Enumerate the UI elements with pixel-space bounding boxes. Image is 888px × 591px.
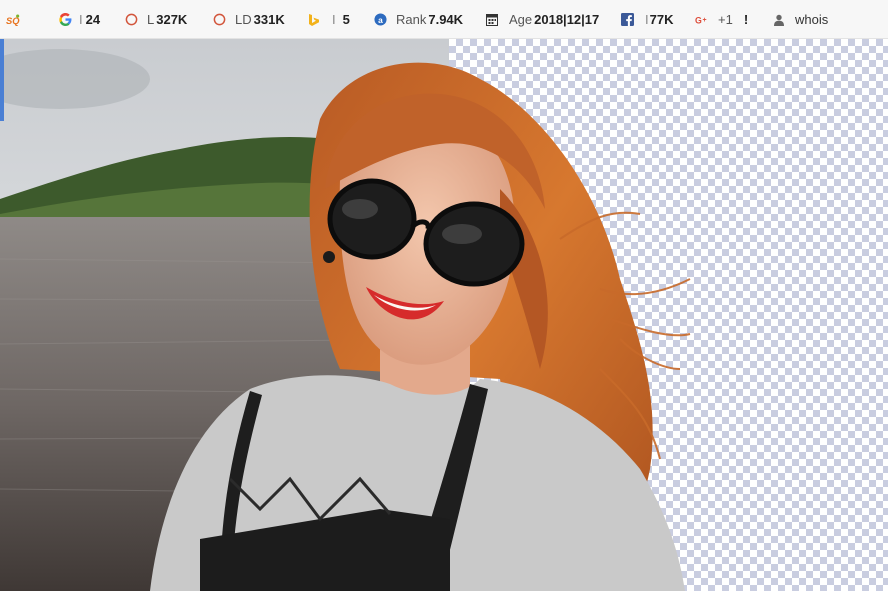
age-item[interactable]: Age 2018|12|17 — [485, 0, 599, 39]
calendar-icon — [485, 13, 499, 27]
gplus-value[interactable]: ! — [744, 12, 748, 27]
facebook-separator: I — [645, 12, 649, 27]
seoquake-logo-icon: SQ — [6, 13, 20, 27]
svg-text:G: G — [695, 15, 702, 25]
age-label: Age — [509, 12, 533, 27]
links-domain-label: LD — [235, 12, 252, 27]
google-index-separator: I — [79, 12, 83, 27]
left-accent-bar — [0, 39, 4, 121]
links-item[interactable]: L 327K — [124, 0, 187, 39]
links-circle-icon — [124, 13, 138, 27]
bing-icon — [307, 13, 321, 27]
google-index-value[interactable]: 24 — [86, 12, 100, 27]
google-icon — [58, 13, 72, 27]
facebook-icon — [620, 13, 634, 27]
links-domain-circle-icon — [212, 13, 226, 27]
image-canvas — [0, 39, 888, 591]
links-label: L — [147, 12, 155, 27]
svg-text:+: + — [702, 16, 706, 23]
gplus-item[interactable]: G + +1 ! — [695, 0, 748, 39]
bing-index-item[interactable]: I 5 — [307, 0, 350, 39]
facebook-item[interactable]: I 77K — [620, 0, 673, 39]
user-icon — [772, 13, 786, 27]
alexa-rank-icon: a — [373, 13, 387, 27]
links-value[interactable]: 327K — [156, 12, 187, 27]
seo-toolbar: SQ I 24 L 327K LD 331K I 5 a Rank 7.94K … — [0, 0, 888, 39]
portrait-photo — [0, 39, 691, 591]
links-domain-value[interactable]: 331K — [254, 12, 285, 27]
gplus-label: +1 — [718, 12, 733, 27]
svg-text:a: a — [378, 15, 383, 25]
rank-label: Rank — [396, 12, 427, 27]
google-plus-icon: G + — [695, 13, 709, 27]
bing-index-value[interactable]: 5 — [343, 12, 350, 27]
links-domain-item[interactable]: LD 331K — [212, 0, 285, 39]
google-index-item[interactable]: I 24 — [58, 0, 100, 39]
whois-item[interactable]: whois — [772, 0, 828, 39]
seoquake-logo[interactable]: SQ — [6, 0, 20, 39]
facebook-value[interactable]: 77K — [650, 12, 674, 27]
rank-value[interactable]: 7.94K — [428, 12, 463, 27]
rank-item[interactable]: a Rank 7.94K — [373, 0, 463, 39]
age-value[interactable]: 2018|12|17 — [534, 12, 599, 27]
bing-index-separator: I — [332, 12, 336, 27]
whois-label[interactable]: whois — [795, 12, 828, 27]
